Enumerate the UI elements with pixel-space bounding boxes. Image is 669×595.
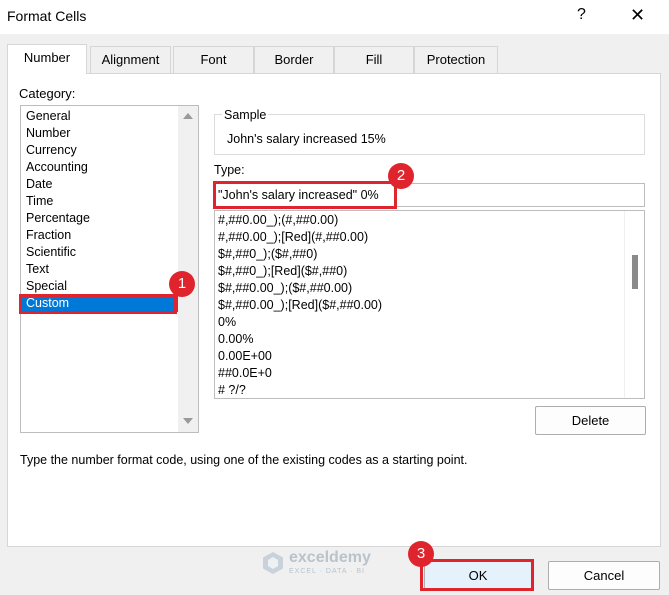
category-list[interactable]: General Number Currency Accounting Date …: [20, 105, 199, 433]
category-scrollbar[interactable]: [178, 106, 198, 432]
category-item-accounting[interactable]: Accounting: [22, 159, 179, 176]
category-item-number[interactable]: Number: [22, 125, 179, 142]
hint-text: Type the number format code, using one o…: [20, 453, 468, 467]
format-code-item[interactable]: $#,##0_);[Red]($#,##0): [218, 263, 347, 280]
format-code-list[interactable]: #,##0.00_);(#,##0.00) #,##0.00_);[Red](#…: [214, 210, 645, 399]
category-item-text[interactable]: Text: [22, 261, 179, 278]
format-code-item[interactable]: #,##0.00_);(#,##0.00): [218, 212, 338, 229]
tab-font[interactable]: Font: [173, 46, 254, 73]
sample-label: Sample: [222, 108, 269, 122]
scroll-thumb[interactable]: [632, 255, 638, 289]
highlight-type-input: [213, 181, 397, 209]
tab-number[interactable]: Number: [7, 44, 87, 74]
category-item-special[interactable]: Special: [22, 278, 179, 295]
dialog-title: Format Cells: [7, 8, 87, 24]
format-code-item[interactable]: #,##0.00_);[Red](#,##0.00): [218, 229, 368, 246]
cancel-button[interactable]: Cancel: [548, 561, 660, 590]
exceldemy-logo-icon: [263, 552, 283, 574]
scroll-up-icon[interactable]: [183, 113, 193, 119]
sample-value: John's salary increased 15%: [227, 132, 386, 146]
category-item-time[interactable]: Time: [22, 193, 179, 210]
category-label: Category:: [19, 86, 76, 101]
format-code-item[interactable]: 0.00%: [218, 331, 253, 348]
category-item-scientific[interactable]: Scientific: [22, 244, 179, 261]
highlight-ok-button: [420, 559, 534, 591]
step-badge-2: 2: [388, 163, 414, 189]
category-item-fraction[interactable]: Fraction: [22, 227, 179, 244]
category-item-percentage[interactable]: Percentage: [22, 210, 179, 227]
step-badge-3: 3: [408, 541, 434, 567]
watermark-name: exceldemy: [289, 549, 371, 566]
category-item-date[interactable]: Date: [22, 176, 179, 193]
scroll-down-icon[interactable]: [183, 418, 193, 424]
format-code-item[interactable]: 0.00E+00: [218, 348, 272, 365]
format-code-item[interactable]: # ?/?: [218, 382, 246, 398]
tab-border[interactable]: Border: [254, 46, 334, 73]
format-code-item[interactable]: $#,##0_);($#,##0): [218, 246, 317, 263]
format-list-scrollbar[interactable]: [624, 211, 644, 398]
category-item-general[interactable]: General: [22, 108, 179, 125]
format-code-item[interactable]: $#,##0.00_);[Red]($#,##0.00): [218, 297, 382, 314]
title-bar: Format Cells ? ✕: [0, 0, 669, 34]
delete-button[interactable]: Delete: [535, 406, 646, 435]
tab-alignment[interactable]: Alignment: [90, 46, 171, 73]
category-item-currency[interactable]: Currency: [22, 142, 179, 159]
watermark-logo: exceldemy EXCEL · DATA · BI: [261, 549, 411, 579]
format-code-item[interactable]: ##0.0E+0: [218, 365, 272, 382]
format-code-item[interactable]: $#,##0.00_);($#,##0.00): [218, 280, 352, 297]
close-icon[interactable]: ✕: [630, 5, 645, 26]
tab-protection[interactable]: Protection: [414, 46, 498, 73]
tab-fill[interactable]: Fill: [334, 46, 414, 73]
highlight-custom-category: [19, 294, 177, 314]
watermark-tagline: EXCEL · DATA · BI: [289, 568, 365, 575]
step-badge-1: 1: [169, 271, 195, 297]
help-icon[interactable]: ?: [577, 6, 586, 24]
type-label: Type:: [214, 163, 245, 177]
format-code-item[interactable]: 0%: [218, 314, 236, 331]
